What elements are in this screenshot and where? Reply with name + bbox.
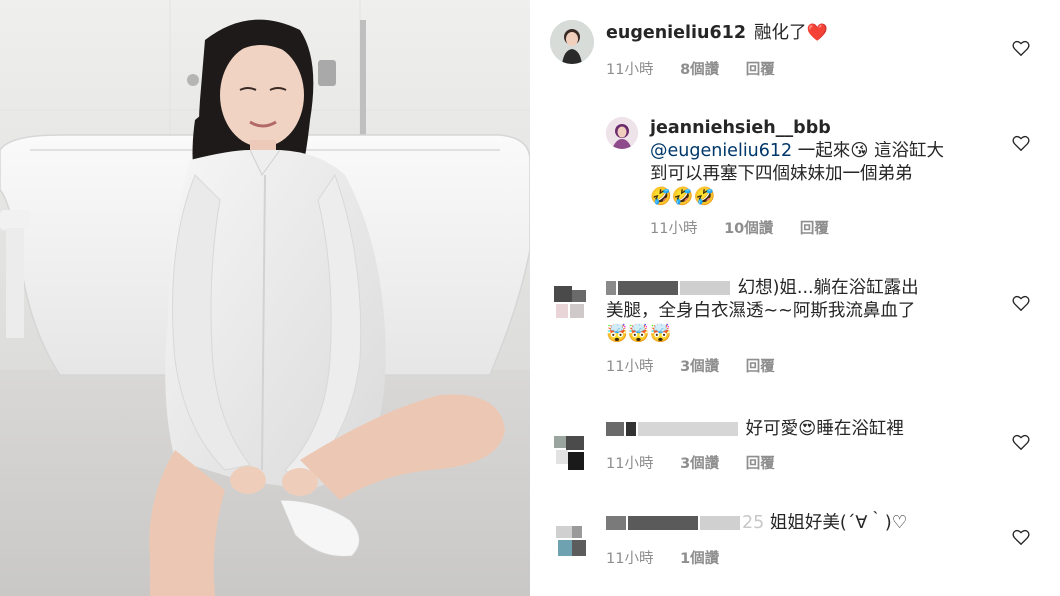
comment-text: 睡在浴缸裡 <box>816 419 904 439</box>
comment-time[interactable]: 11小時 <box>606 551 653 567</box>
redacted-username <box>618 281 678 295</box>
redacted-username <box>700 516 740 530</box>
comments-panel: eugenieliu612 融化了❤️ 11小時 8個讚 回覆 jeanniehs… <box>530 0 1060 596</box>
photo-image <box>0 0 530 596</box>
reply-button[interactable]: 回覆 <box>746 456 775 472</box>
comment-likes[interactable]: 1個讚 <box>680 551 719 567</box>
comment-text: 姐姐好美(´∀｀)♡ <box>769 513 908 533</box>
redacted-username <box>626 422 636 436</box>
reply-button[interactable]: 回覆 <box>746 62 775 78</box>
comment-text: 融化了 <box>754 23 807 43</box>
comment-likes[interactable]: 3個讚 <box>680 456 719 472</box>
comment-username[interactable]: jeanniehsieh__bbb <box>650 118 831 138</box>
avatar[interactable] <box>550 428 594 472</box>
laughing-emoji: 🤣🤣🤣 <box>650 187 716 207</box>
comment-time[interactable]: 11小時 <box>650 221 697 237</box>
reply-button[interactable]: 回覆 <box>746 359 775 375</box>
comment-text: 好可愛 <box>745 419 799 439</box>
comment-text: 幻想)姐...躺在浴缸露出 <box>737 278 919 298</box>
redacted-username <box>680 281 730 295</box>
comment-text: 一起來😘 這浴缸大 <box>792 141 945 161</box>
comment-time[interactable]: 11小時 <box>606 359 653 375</box>
comment-likes[interactable]: 8個讚 <box>680 62 719 78</box>
redacted-username <box>606 281 616 295</box>
comment-text: 美腿，全身白衣濕透~~阿斯我流鼻血了 <box>606 301 916 321</box>
comment-text: 25 <box>742 513 765 533</box>
like-heart-icon[interactable] <box>1012 434 1030 450</box>
comment-username[interactable]: eugenieliu612 <box>606 23 746 43</box>
redacted-username <box>638 422 738 436</box>
heart-eyes-emoji: 😍 <box>798 419 817 439</box>
comment-likes[interactable]: 3個讚 <box>680 359 719 375</box>
red-heart-emoji: ❤️ <box>806 23 828 43</box>
redacted-username <box>606 422 624 436</box>
comment-time[interactable]: 11小時 <box>606 456 653 472</box>
like-heart-icon[interactable] <box>1012 529 1030 545</box>
reply-button[interactable]: 回覆 <box>800 221 829 237</box>
avatar[interactable] <box>550 520 594 564</box>
avatar[interactable] <box>550 20 594 64</box>
redacted-username <box>628 516 698 530</box>
redacted-username <box>606 516 626 530</box>
exploding-head-emoji: 🤯🤯🤯 <box>606 324 672 344</box>
comment-likes[interactable]: 10個讚 <box>724 221 773 237</box>
mention-link[interactable]: @eugenieliu612 <box>650 141 792 161</box>
avatar[interactable] <box>606 117 638 149</box>
like-heart-icon[interactable] <box>1012 295 1030 311</box>
post-photo <box>0 0 530 596</box>
comment-text: 到可以再塞下四個妹妹加一個弟弟 <box>650 164 913 184</box>
like-heart-icon[interactable] <box>1012 40 1030 56</box>
like-heart-icon[interactable] <box>1012 135 1030 151</box>
avatar[interactable] <box>550 280 594 324</box>
comment-time[interactable]: 11小時 <box>606 62 653 78</box>
